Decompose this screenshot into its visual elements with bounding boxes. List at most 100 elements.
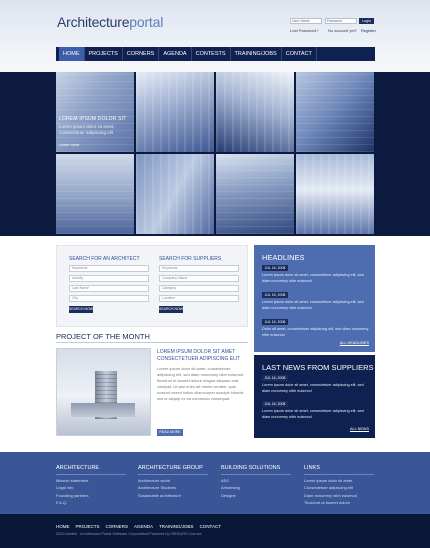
gallery-image-2[interactable] <box>136 72 214 152</box>
supplier-category-select[interactable]: Category <box>159 285 239 292</box>
footer-link[interactable]: Consectetuer adipiscing elit <box>304 485 384 490</box>
architect-search-title: SEARCH FOR AN ARCHITECT <box>69 256 140 262</box>
supplier-news-date: JUL 16, 2008 <box>262 401 288 407</box>
architect-search-button[interactable]: SEARCH NOW <box>69 306 93 313</box>
footer-column-title: ARCHITECTURE <box>56 465 126 475</box>
gallery-image-4[interactable] <box>296 72 374 152</box>
supplier-search: SEARCH FOR SUPPLIERS Keywords Company Na… <box>159 256 241 313</box>
footer-link[interactable]: Mission statement <box>56 478 136 483</box>
headline-date: JUL 16, 2008 <box>262 292 288 298</box>
architect-city-select[interactable]: City <box>69 295 149 302</box>
supplier-news-date: JUL 16, 2008 <box>262 375 288 381</box>
footer-column-title: BUILDING SOLUTIONS <box>221 465 291 475</box>
footer-link[interactable]: Designe <box>221 493 301 498</box>
architect-search: SEARCH FOR AN ARCHITECT Keywords Activit… <box>69 256 151 313</box>
gallery-image-5[interactable] <box>56 154 134 234</box>
project-of-month-title: PROJECT OF THE MONTH <box>56 332 150 341</box>
project-image[interactable] <box>56 348 151 436</box>
bottom-nav-projects[interactable]: PROJECTS <box>76 524 100 529</box>
footer-link[interactable]: Lorem ipsum dolor sit amet <box>304 478 384 483</box>
footer-link[interactable]: Tincidunt ut laoreet dolore <box>304 500 384 505</box>
hero-caption-text: Lorem ipsum dolor sit amet, consectetuer… <box>59 124 115 135</box>
supplier-search-button[interactable]: SEARCH NOW <box>159 306 183 313</box>
supplier-news-text[interactable]: Lorem ipsum dolor sit amet, consectetuer… <box>262 383 370 394</box>
supplier-news-text[interactable]: Lorem ipsum dolor sit amet, consectetuer… <box>262 409 370 420</box>
site-logo[interactable]: Architectureportal <box>57 14 163 30</box>
supplier-keywords-input[interactable]: Keywords <box>159 265 239 272</box>
headline-date: JUL 16, 2008 <box>262 319 288 325</box>
footer-column-title: LINKS <box>304 465 374 475</box>
nav-home[interactable]: HOME <box>59 47 85 61</box>
architect-lastname-input[interactable]: Last Name <box>69 285 149 292</box>
all-headlines-link[interactable]: ALL HEADLINES <box>340 341 369 345</box>
footer-link[interactable]: Architecture world <box>138 478 218 483</box>
architect-keywords-input[interactable]: Keywords <box>69 265 149 272</box>
image-texture <box>56 72 134 152</box>
footer-link[interactable]: Founding partners <box>56 493 136 498</box>
footer-link[interactable]: Architecture Students <box>138 485 218 490</box>
hero-gallery: LOREM IPSUM DOLOR SIT Lorem ipsum dolor … <box>0 72 430 236</box>
search-panel: SEARCH FOR AN ARCHITECT Keywords Activit… <box>56 245 248 327</box>
supplier-news-panel: LAST NEWS FROM SUPPLIERS JUL 16, 2008 Lo… <box>254 355 375 438</box>
bottom-nav-home[interactable]: HOME <box>56 524 70 529</box>
gallery-image-6[interactable] <box>136 154 214 234</box>
supplier-search-title: SEARCH FOR SUPPLIERS <box>159 256 222 262</box>
gallery-image-8[interactable] <box>296 154 374 234</box>
login-button[interactable]: Login <box>359 18 374 24</box>
bottom-nav-corners[interactable]: CORNERS <box>106 524 129 529</box>
logo-text-main: Architecture <box>57 14 130 30</box>
bottom-nav-training-jobs[interactable]: TRAINING/JOBS <box>159 524 194 529</box>
nav-projects[interactable]: PROJECTS <box>85 47 123 61</box>
footer: ARCHITECTURE Mission statement Legal inf… <box>0 452 430 514</box>
image-texture <box>216 72 294 152</box>
supplier-company-input[interactable]: Company Name <box>159 275 239 282</box>
hero-learn-more-link[interactable]: Learn more <box>59 142 79 147</box>
image-texture <box>296 154 374 234</box>
footer-column-links: LINKS Lorem ipsum dolor sit amet Consect… <box>304 465 384 505</box>
footer-link[interactable]: ADC <box>221 478 301 483</box>
footer-column-architecture-group: ARCHITECTURE GROUP Architecture world Ar… <box>138 465 218 498</box>
footer-link[interactable]: Arhidesing <box>221 485 301 490</box>
footer-link[interactable]: Sustainable architecture <box>138 493 218 498</box>
supplier-location-select[interactable]: Location <box>159 295 239 302</box>
headline-text[interactable]: Lorem ipsum dolor sit amet, consectetuer… <box>262 273 370 284</box>
image-texture <box>136 154 214 234</box>
headline-text[interactable]: Dolor sit amet, consectetuer adipiscing … <box>262 327 370 338</box>
copyright-text: 2010 Arkitek · Architecture Portal Softw… <box>56 532 202 536</box>
nav-contests[interactable]: CONTESTS <box>192 47 231 61</box>
headline-text[interactable]: Lorem ipsum dolor sit amet, consectetuer… <box>262 300 370 311</box>
hero-caption-title: LOREM IPSUM DOLOR SIT <box>59 116 127 122</box>
nav-corners[interactable]: CORNERS <box>123 47 160 61</box>
bottom-nav-contact[interactable]: CONTACT <box>200 524 221 529</box>
footer-link[interactable]: Legal info <box>56 485 136 490</box>
architect-activity-select[interactable]: Activity <box>69 275 149 282</box>
register-link[interactable]: Register <box>361 28 376 33</box>
lost-password-link[interactable]: Lost Password? <box>290 28 318 33</box>
image-texture <box>136 72 214 152</box>
logo-text-accent: portal <box>129 14 164 30</box>
footer-link[interactable]: F.A.Q. <box>56 500 136 505</box>
bottom-nav-agenda[interactable]: AGENDA <box>134 524 153 529</box>
gallery-image-3[interactable] <box>216 72 294 152</box>
headline-date: JUL 16, 2008 <box>262 265 288 271</box>
nav-agenda[interactable]: AGENDA <box>159 47 192 61</box>
image-texture <box>216 154 294 234</box>
project-description: Lorem ipsum dolor sit amet, consectetuer… <box>157 366 244 401</box>
password-field[interactable]: Password <box>325 18 357 24</box>
bottom-bar: HOME PROJECTS CORNERS AGENDA TRAINING/JO… <box>0 514 430 548</box>
building-base-shape <box>71 403 135 417</box>
login-form: User Name Password Login Lost Password? … <box>290 18 380 38</box>
gallery-image-7[interactable] <box>216 154 294 234</box>
read-more-button[interactable]: READ MORE <box>157 429 183 436</box>
image-texture <box>296 72 374 152</box>
headlines-title: HEADLINES <box>262 253 305 262</box>
all-news-link[interactable]: ALL NEWS <box>350 427 369 431</box>
gallery-image-1[interactable]: LOREM IPSUM DOLOR SIT Lorem ipsum dolor … <box>56 72 134 152</box>
username-field[interactable]: User Name <box>290 18 322 24</box>
footer-link[interactable]: Diam nonummy nibh euismod <box>304 493 384 498</box>
headlines-panel: HEADLINES JUL 16, 2008 Lorem ipsum dolor… <box>254 245 375 352</box>
footer-column-building-solutions: BUILDING SOLUTIONS ADC Arhidesing Design… <box>221 465 301 498</box>
main-nav: HOME PROJECTS CORNERS AGENDA CONTESTS TR… <box>56 47 375 61</box>
nav-contact[interactable]: CONTACT <box>282 47 317 61</box>
nav-training-jobs[interactable]: TRAINING/JOBS <box>231 47 282 61</box>
